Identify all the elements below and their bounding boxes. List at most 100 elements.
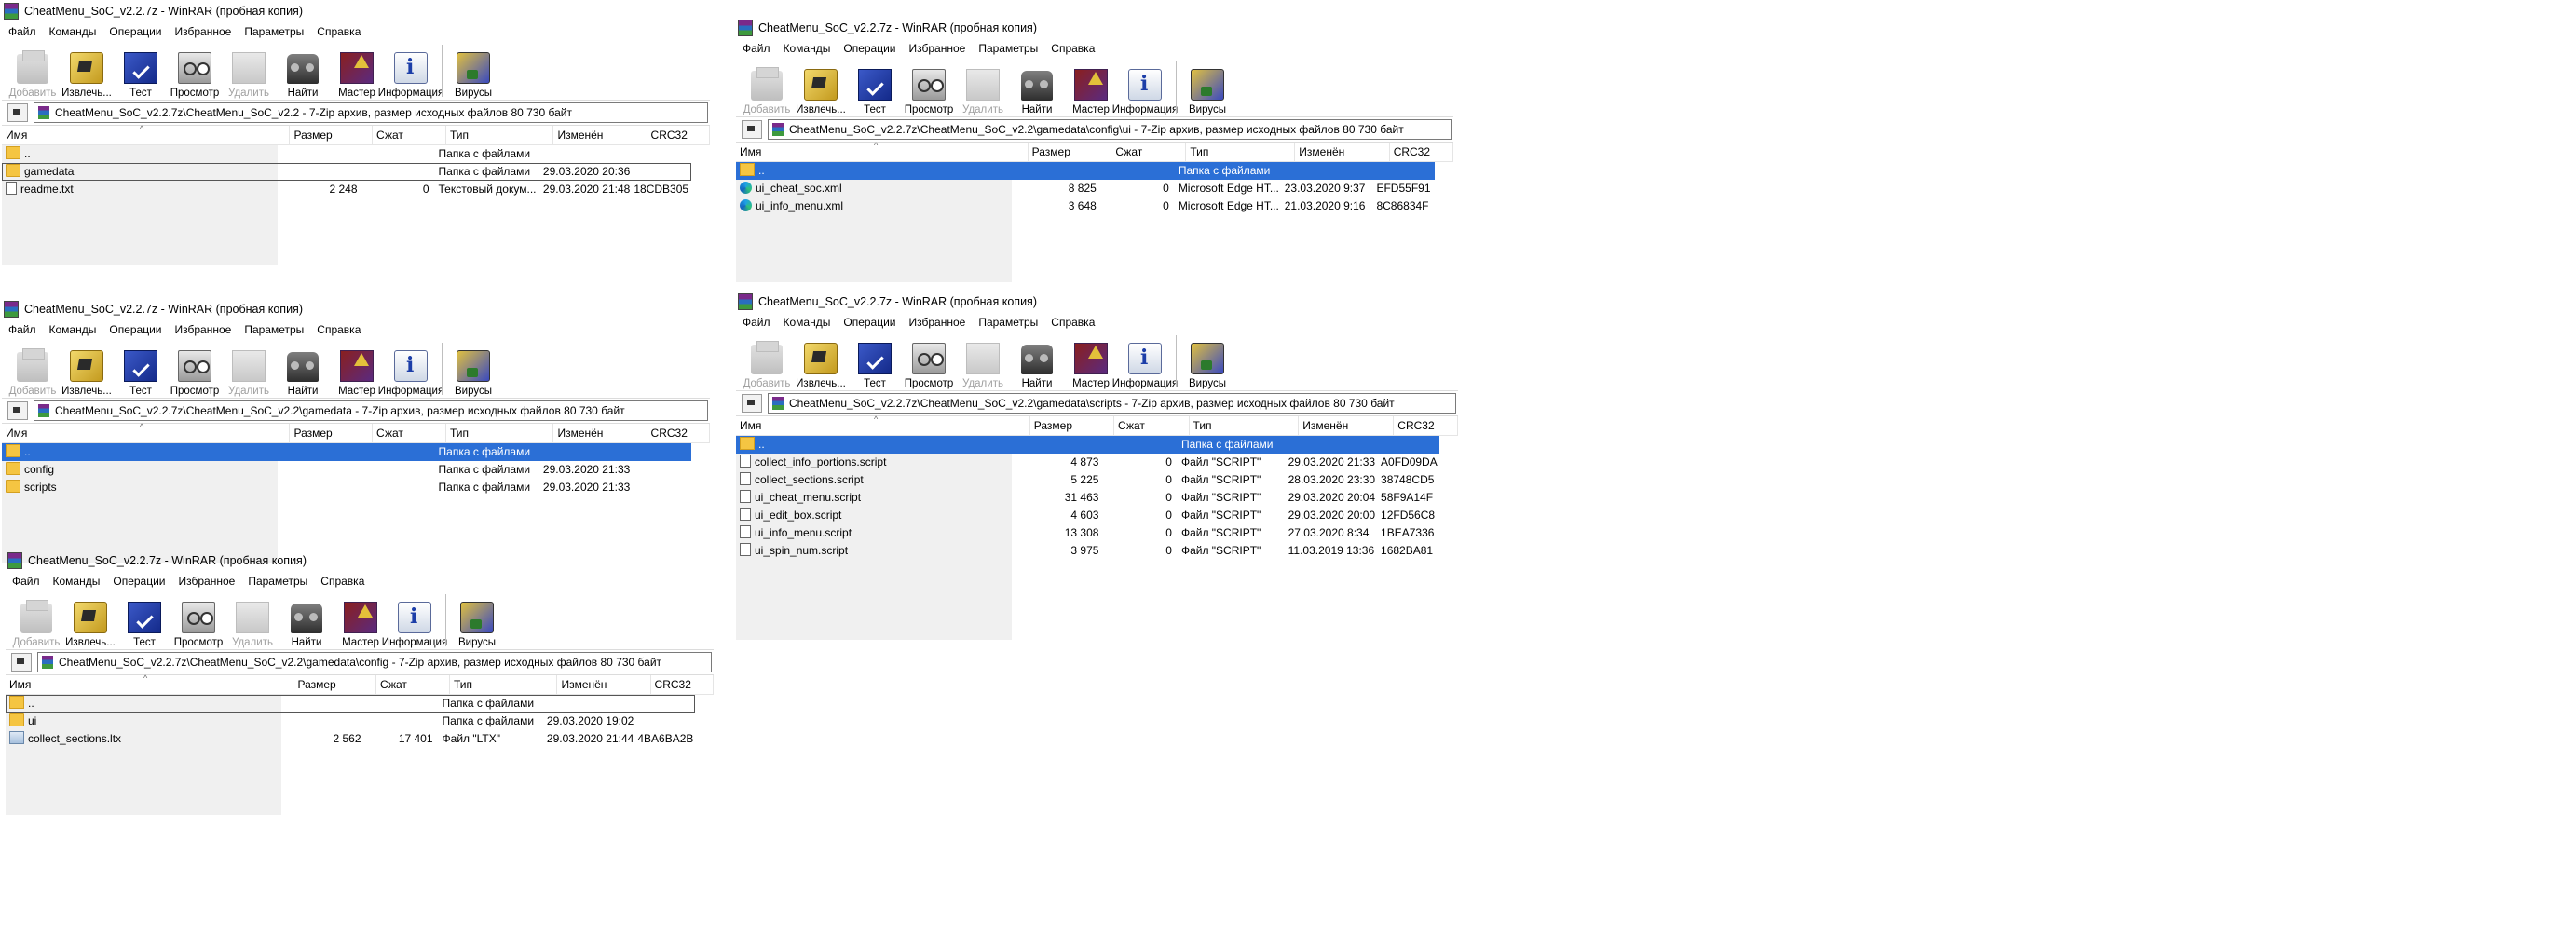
menu-item[interactable]: Избранное [169,25,239,38]
toolbar-button[interactable]: Мастер [330,43,384,99]
column-header-cell[interactable]: Размер [293,675,377,694]
column-header-cell[interactable]: CRC32 [651,675,714,694]
file-row[interactable]: .. Папка с файлами [736,436,1439,454]
menu-item[interactable]: Операции [837,316,902,329]
file-row[interactable]: collect_info_portions.script 4 873 0 Файл "… [736,454,1439,471]
column-header-cell[interactable]: Тип [1190,416,1300,435]
menu-item[interactable]: Команды [47,575,107,588]
toolbar-button[interactable]: Мастер [1064,60,1118,115]
file-row[interactable]: ui_edit_box.script 4 603 0 Файл "SCRIPT" 29.… [736,507,1439,524]
menu-item[interactable]: Операции [102,25,168,38]
menu-item[interactable]: Команды [777,316,838,329]
toolbar-button[interactable]: Тест [848,333,902,389]
toolbar-button[interactable]: Вирусы [1180,333,1234,389]
toolbar-button[interactable]: Вирусы [446,341,500,397]
toolbar-button[interactable]: Вирусы [450,592,504,648]
path-field[interactable]: CheatMenu_SoC_v2.2.7z\CheatMenu_SoC_v2.2… [34,102,708,123]
file-row[interactable]: ui_info_menu.xml 3 648 0 Microsoft Edge HT.… [736,197,1435,215]
file-row[interactable]: ui Папка с файлами 29.03.2020 19:02 [6,712,695,730]
file-row[interactable]: .. Папка с файлами [6,695,695,712]
file-row[interactable]: collect_sections.ltx 2 562 17 401 Файл "LTX… [6,730,695,748]
toolbar-button[interactable]: Просмотр [168,43,222,99]
menu-item[interactable]: Команды [43,25,103,38]
toolbar-button[interactable]: Информация [378,341,443,397]
menu-item[interactable]: Параметры [238,25,310,38]
toolbar-button[interactable]: Вирусы [1180,60,1234,115]
menu-item[interactable]: Файл [2,323,43,336]
toolbar-button[interactable]: Тест [117,592,171,648]
menu-item[interactable]: Файл [736,42,777,55]
path-field[interactable]: CheatMenu_SoC_v2.2.7z\CheatMenu_SoC_v2.2… [34,400,708,421]
toolbar-button[interactable]: Добавить [6,341,60,397]
file-row[interactable]: scripts Папка с файлами 29.03.2020 21:33 [2,479,691,496]
menu-item[interactable]: Операции [837,42,902,55]
title-bar[interactable]: CheatMenu_SoC_v2.2.7z - WinRAR (пробная … [2,0,710,22]
toolbar-button[interactable]: Удалить [222,341,276,397]
column-header-cell[interactable]: Размер [290,424,374,442]
file-row[interactable]: ui_cheat_menu.script 31 463 0 Файл "SCRIPT"… [736,489,1439,507]
toolbar-button[interactable]: Удалить [956,60,1010,115]
menu-item[interactable]: Файл [736,316,777,329]
toolbar-button[interactable]: Извлечь... [60,43,114,99]
file-row[interactable]: ui_cheat_soc.xml 8 825 0 Microsoft Edge HT.… [736,180,1435,197]
up-one-level-button[interactable] [742,394,762,413]
column-header-cell[interactable]: Изменён [557,675,651,694]
menu-item[interactable]: Параметры [972,42,1044,55]
toolbar-button[interactable]: Найти [279,592,334,648]
column-header-cell[interactable]: Сжат [1114,416,1190,435]
column-header-cell[interactable]: Размер [1030,416,1115,435]
toolbar-button[interactable]: Найти [1010,60,1064,115]
path-field[interactable]: CheatMenu_SoC_v2.2.7z\CheatMenu_SoC_v2.2… [768,393,1456,414]
file-row[interactable]: ui_info_menu.script 13 308 0 Файл "SCRIPT" 2… [736,524,1439,542]
file-row[interactable]: .. Папка с файлами [2,443,691,461]
toolbar-button[interactable]: Просмотр [902,60,956,115]
toolbar-button[interactable]: Добавить [9,592,63,648]
title-bar[interactable]: CheatMenu_SoC_v2.2.7z - WinRAR (пробная … [2,298,710,320]
toolbar-button[interactable]: Информация [1112,333,1178,389]
path-field[interactable]: CheatMenu_SoC_v2.2.7z\CheatMenu_SoC_v2.2… [768,119,1452,140]
up-one-level-button[interactable] [742,120,762,139]
menu-item[interactable]: Команды [777,42,838,55]
menu-item[interactable]: Файл [6,575,47,588]
menu-item[interactable]: Справка [310,25,367,38]
toolbar-button[interactable]: Извлечь... [60,341,114,397]
column-header-cell[interactable]: CRC32 [1390,142,1453,161]
column-header-cell[interactable]: Размер [290,126,374,144]
file-row[interactable]: config Папка с файлами 29.03.2020 21:33 [2,461,691,479]
menu-item[interactable]: Операции [102,323,168,336]
toolbar-button[interactable]: Извлечь... [63,592,117,648]
toolbar-button[interactable]: Мастер [1064,333,1118,389]
file-row[interactable]: gamedata Папка с файлами 29.03.2020 20:36 [2,163,691,181]
toolbar-button[interactable]: Добавить [740,333,794,389]
menu-item[interactable]: Файл [2,25,43,38]
toolbar-button[interactable]: Найти [276,43,330,99]
column-header-cell[interactable]: Имя [736,142,1029,161]
toolbar-button[interactable]: Информация [378,43,443,99]
toolbar-button[interactable]: Информация [1112,60,1178,115]
column-header-cell[interactable]: Сжат [373,424,446,442]
toolbar-button[interactable]: Мастер [334,592,388,648]
column-header-cell[interactable]: Тип [1186,142,1296,161]
toolbar-button[interactable]: Информация [382,592,447,648]
toolbar-button[interactable]: Вирусы [446,43,500,99]
path-field[interactable]: CheatMenu_SoC_v2.2.7z\CheatMenu_SoC_v2.2… [37,652,712,672]
column-header-cell[interactable]: Тип [446,424,554,442]
column-header-cell[interactable]: Тип [450,675,558,694]
file-row[interactable]: .. Папка с файлами [736,162,1435,180]
menu-item[interactable]: Избранное [903,42,973,55]
column-header-cell[interactable]: Сжат [1111,142,1187,161]
column-header-cell[interactable]: Имя [6,675,294,694]
column-header-cell[interactable]: Изменён [1295,142,1390,161]
column-header-cell[interactable]: Изменён [553,126,647,144]
menu-item[interactable]: Операции [106,575,171,588]
column-header-cell[interactable]: Имя [2,126,291,144]
toolbar-button[interactable]: Просмотр [168,341,222,397]
column-header-cell[interactable]: Размер [1029,142,1112,161]
toolbar-button[interactable]: Тест [114,341,168,397]
menu-item[interactable]: Справка [314,575,371,588]
column-header-cell[interactable]: Тип [446,126,554,144]
toolbar-button[interactable]: Найти [1010,333,1064,389]
toolbar-button[interactable]: Добавить [740,60,794,115]
toolbar-button[interactable]: Удалить [225,592,279,648]
toolbar-button[interactable]: Просмотр [171,592,225,648]
